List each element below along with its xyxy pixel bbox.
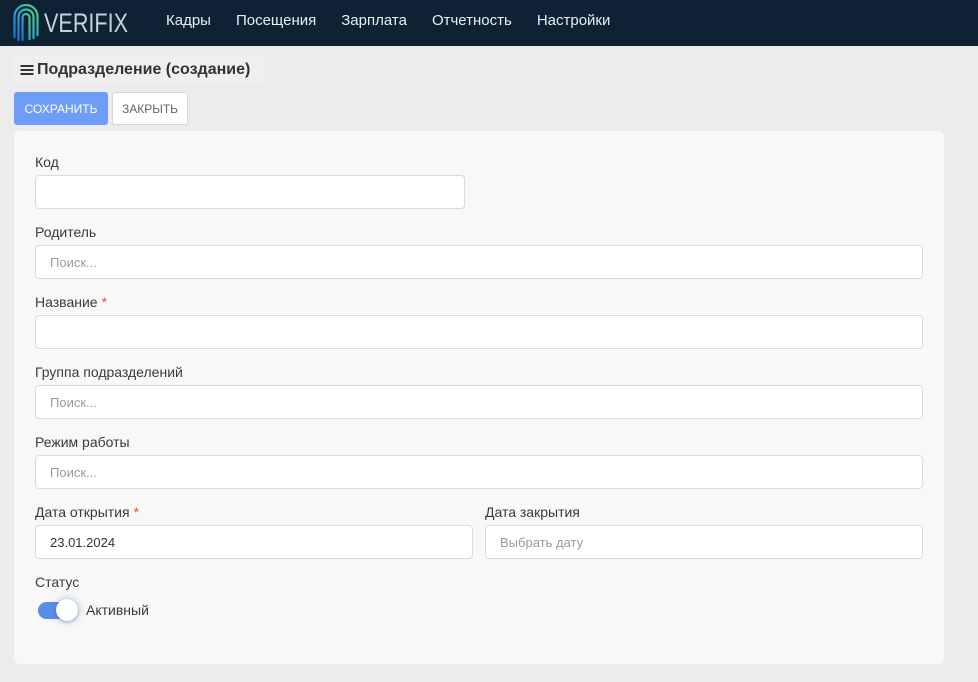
top-navigation-bar: VERIFIX Кадры Посещения Зарплата Отчетно… bbox=[0, 0, 978, 46]
nav-item-attendance[interactable]: Посещения bbox=[236, 0, 316, 42]
logo-text: VERIFIX bbox=[44, 8, 129, 38]
hamburger-menu-icon[interactable] bbox=[20, 64, 34, 76]
parent-search-input[interactable] bbox=[35, 245, 923, 279]
name-field: Название * bbox=[35, 292, 923, 349]
status-toggle[interactable] bbox=[37, 598, 79, 622]
code-label: Код bbox=[35, 154, 59, 170]
work-schedule-search-input[interactable] bbox=[35, 455, 923, 489]
status-value-label: Активный bbox=[86, 602, 149, 618]
open-date-label-text: Дата открытия bbox=[35, 504, 130, 520]
nav-item-salary[interactable]: Зарплата bbox=[341, 0, 407, 42]
verifix-logo[interactable]: VERIFIX bbox=[12, 3, 152, 43]
main-menu: Кадры Посещения Зарплата Отчетность Наст… bbox=[166, 0, 610, 42]
page-title: Подразделение (создание) bbox=[37, 61, 251, 78]
division-group-field: Группа подразделений bbox=[35, 362, 923, 419]
name-label: Название * bbox=[35, 292, 923, 312]
form-toolbar: СОХРАНИТЬ ЗАКРЫТЬ bbox=[14, 92, 188, 125]
status-field: Статус Активный bbox=[35, 572, 923, 622]
name-label-text: Название bbox=[35, 294, 98, 310]
division-group-search-input[interactable] bbox=[35, 385, 923, 419]
code-field: Код bbox=[35, 152, 923, 209]
date-row: Дата открытия* Дата закрытия bbox=[35, 502, 923, 572]
toggle-knob bbox=[56, 599, 78, 621]
page-title-tab: Подразделение (создание) bbox=[14, 55, 265, 84]
open-date-label: Дата открытия * bbox=[35, 502, 473, 522]
parent-label: Родитель bbox=[35, 224, 97, 240]
name-input[interactable] bbox=[35, 315, 923, 349]
close-button[interactable]: ЗАКРЫТЬ bbox=[112, 92, 188, 125]
save-button[interactable]: СОХРАНИТЬ bbox=[14, 92, 108, 125]
division-form: Код Родитель Название* Группа подразделе… bbox=[14, 131, 944, 664]
open-date-input[interactable] bbox=[35, 525, 473, 559]
fingerprint-icon bbox=[13, 4, 39, 42]
required-mark: * bbox=[101, 294, 108, 310]
status-label: Статус bbox=[35, 574, 80, 590]
code-input[interactable] bbox=[35, 175, 465, 209]
division-group-label: Группа подразделений bbox=[35, 364, 183, 380]
parent-field: Родитель bbox=[35, 222, 923, 279]
open-date-field: Дата открытия * bbox=[35, 502, 473, 559]
close-date-label: Дата закрытия bbox=[485, 504, 580, 520]
work-schedule-field: Режим работы bbox=[35, 432, 923, 489]
nav-item-settings[interactable]: Настройки bbox=[537, 0, 611, 42]
required-mark: * bbox=[133, 504, 140, 520]
close-date-field: Дата закрытия bbox=[485, 502, 923, 559]
close-date-input[interactable] bbox=[485, 525, 923, 559]
nav-item-staff[interactable]: Кадры bbox=[166, 0, 211, 42]
work-schedule-label: Режим работы bbox=[35, 434, 130, 450]
status-row: Активный bbox=[35, 598, 923, 622]
nav-item-reports[interactable]: Отчетность bbox=[432, 0, 512, 42]
